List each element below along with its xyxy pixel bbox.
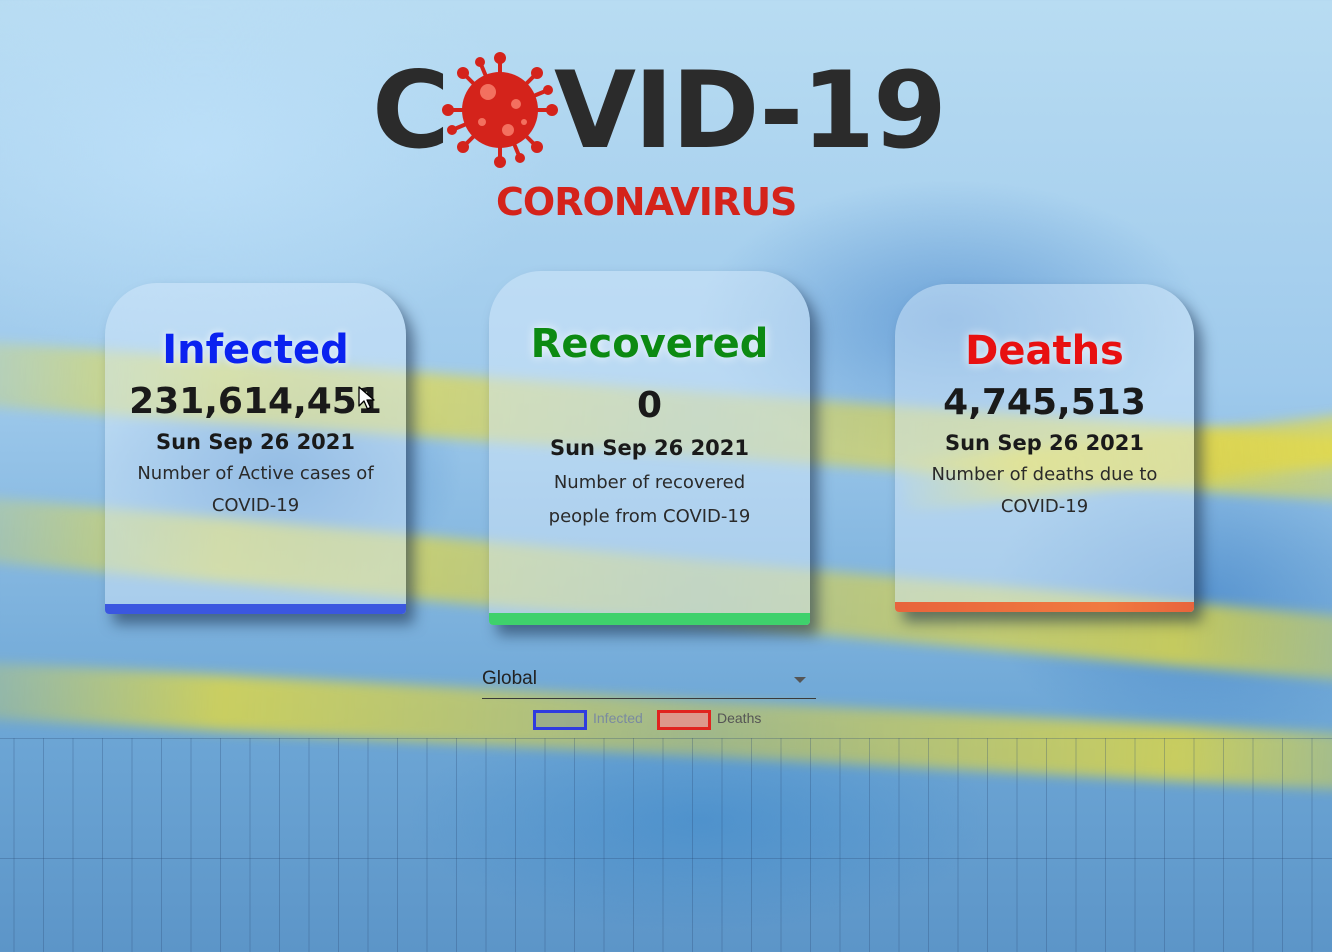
virus-icon [442,52,558,168]
deaths-card: Deaths 4,745,513 Sun Sep 26 2021 Number … [895,284,1194,612]
deaths-count: 4,745,513 [943,382,1146,423]
infected-title: Infected [162,327,349,373]
mouse-cursor-icon [358,386,375,410]
deaths-color-bar [895,602,1194,612]
legend-label-infected: Infected [593,710,643,726]
legend-swatch-deaths [657,710,711,730]
recovered-title: Recovered [530,321,769,367]
legend-label-deaths: Deaths [717,710,762,726]
recovered-description: Number of recovered people from COVID-19 [548,472,751,527]
infected-description: Number of Active cases of COVID-19 [137,463,374,516]
line-chart [0,738,1332,952]
recovered-count: 0 [636,385,663,426]
chart-legend: Infected Deaths [533,709,773,730]
legend-swatch-infected [533,710,587,730]
deaths-date: Sun Sep 26 2021 [944,431,1145,455]
deaths-title: Deaths [965,328,1124,374]
deaths-description: Number of deaths due to COVID-19 [931,464,1158,517]
infected-card: Infected 231,614,451 Sun Sep 26 2021 Num… [105,283,406,614]
logo-subtitle: CORONAVIRUS [496,180,797,224]
dropdown-arrow-icon[interactable] [794,677,806,683]
country-select-value: Global [482,668,537,689]
logo-letter-c: C [372,49,450,172]
infected-date: Sun Sep 26 2021 [155,430,356,454]
covid-logo: C VID-19 CORONAVIRUS [372,49,947,224]
logo-title-rest: VID-19 [554,49,947,172]
country-select[interactable]: Global [482,662,816,699]
recovered-color-bar [489,613,810,625]
infected-color-bar [105,604,406,614]
recovered-card: Recovered 0 Sun Sep 26 2021 Number of re… [489,271,810,625]
recovered-date: Sun Sep 26 2021 [549,436,750,460]
